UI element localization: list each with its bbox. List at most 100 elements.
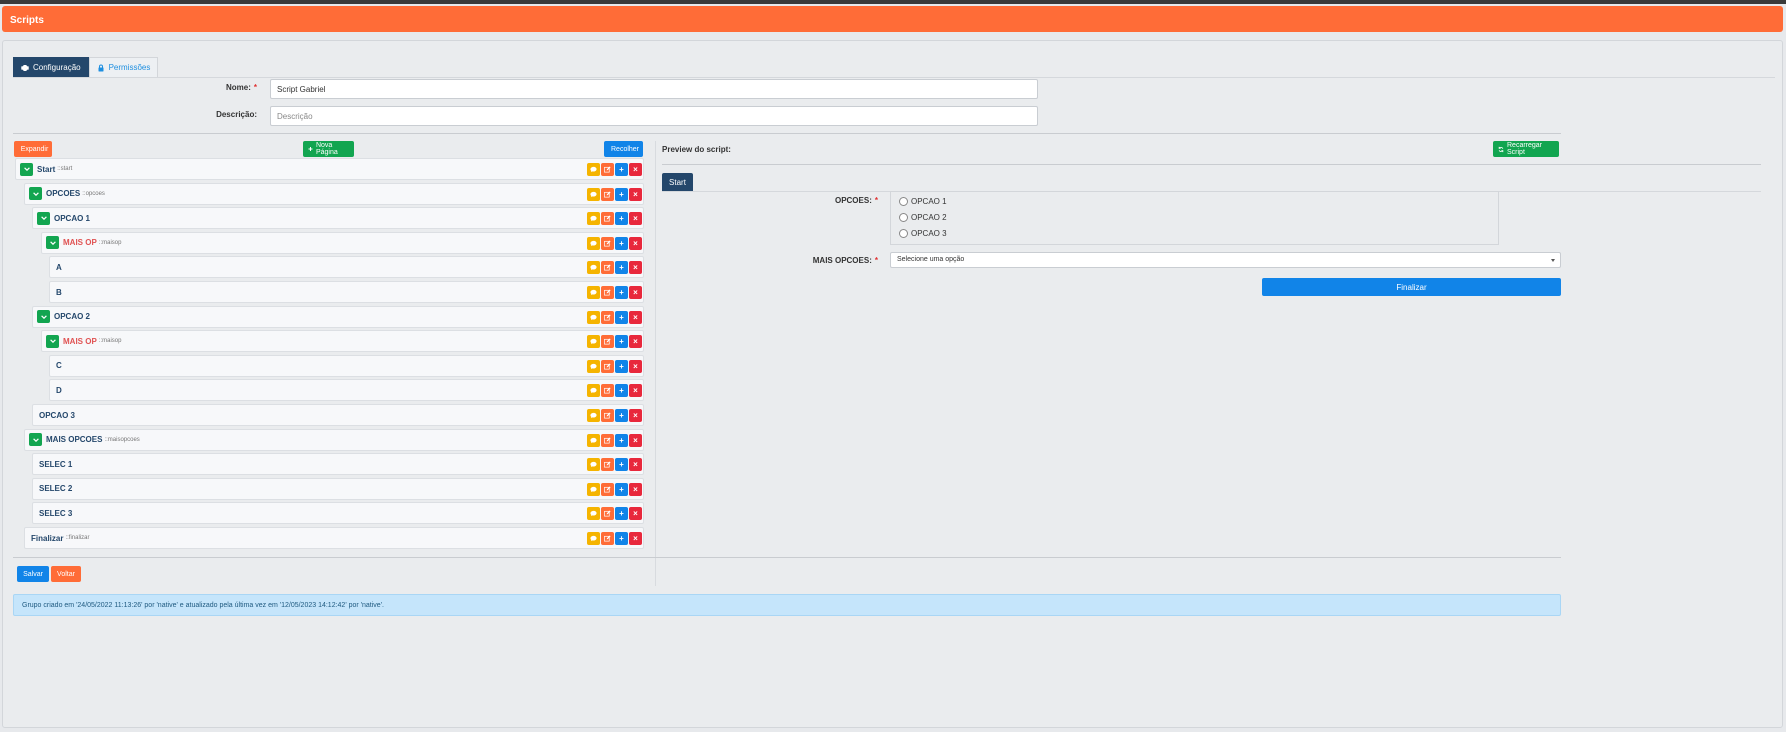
save-button[interactable]: Salvar [17,566,49,582]
edit-icon[interactable] [601,482,614,496]
plus-icon[interactable]: + [615,384,628,398]
plus-icon[interactable]: + [615,507,628,521]
comment-icon[interactable] [587,236,600,250]
close-icon[interactable]: × [629,163,642,176]
tree-node[interactable]: OPCAO 1 + × [32,207,644,230]
plus-icon[interactable]: + [615,409,628,422]
plus-icon[interactable]: + [615,286,628,299]
plus-icon[interactable]: + [615,310,628,324]
edit-icon[interactable] [601,310,614,324]
radio-opcao-2[interactable]: OPCAO 2 [899,213,947,222]
comment-icon[interactable] [587,261,600,275]
plus-icon[interactable]: + [615,212,628,226]
comment-icon[interactable] [587,286,600,299]
chevron-down-icon[interactable] [29,433,42,447]
chevron-down-icon[interactable] [29,187,42,201]
plus-icon[interactable]: + [615,458,628,472]
chevron-down-icon[interactable] [37,211,50,225]
comment-icon[interactable] [587,310,600,324]
plus-icon[interactable]: + [615,335,628,349]
edit-icon[interactable] [601,212,614,226]
comment-icon[interactable] [587,335,600,349]
plus-icon[interactable]: + [615,236,628,250]
edit-icon[interactable] [601,335,614,349]
plus-icon[interactable]: + [615,433,628,447]
chevron-down-icon[interactable] [20,162,33,176]
tree-node[interactable]: SELEC 1 + × [32,453,644,476]
description-input[interactable] [270,106,1038,126]
radio-circle[interactable] [899,197,908,206]
reload-script-button[interactable]: Recarregar Script [1493,141,1559,157]
comment-icon[interactable] [587,482,600,496]
plus-icon[interactable]: + [615,482,628,496]
comment-icon[interactable] [587,409,600,422]
close-icon[interactable]: × [629,532,642,545]
close-icon[interactable]: × [629,236,642,250]
tree-node[interactable]: B + × [49,281,644,303]
tree-node[interactable]: A + × [49,256,644,279]
close-icon[interactable]: × [629,359,642,373]
edit-icon[interactable] [601,409,614,422]
comment-icon[interactable] [587,212,600,226]
plus-icon[interactable]: + [615,187,628,201]
close-icon[interactable]: × [629,335,642,349]
edit-icon[interactable] [601,532,614,545]
plus-icon[interactable]: + [615,532,628,545]
tree-node[interactable]: OPCAO 2 + × [32,305,644,328]
mais-opcoes-select[interactable]: Selecione uma opção [890,252,1561,268]
close-icon[interactable]: × [629,384,642,398]
edit-icon[interactable] [601,236,614,250]
expand-button[interactable]: Expandir [14,141,52,157]
tree-node[interactable]: OPCAO 3 + × [32,404,644,426]
tree-node[interactable]: D + × [49,379,644,402]
close-icon[interactable]: × [629,507,642,521]
tree-node[interactable]: Finalizar::finalizar + × [24,527,644,549]
radio-circle[interactable] [899,229,908,238]
edit-icon[interactable] [601,433,614,447]
comment-icon[interactable] [587,163,600,176]
plus-icon[interactable]: + [615,359,628,373]
name-input[interactable] [270,79,1038,99]
tree-node[interactable]: SELEC 3 + × [32,502,644,525]
comment-icon[interactable] [587,384,600,398]
plus-icon[interactable]: + [615,163,628,176]
tree-node[interactable]: MAIS OP::maisop + × [41,330,644,353]
tree-node[interactable]: MAIS OPCOES::maisopcoes + × [24,428,644,451]
edit-icon[interactable] [601,163,614,176]
comment-icon[interactable] [587,359,600,373]
edit-icon[interactable] [601,187,614,201]
preview-tab-start[interactable]: Start [662,173,693,191]
plus-icon[interactable]: + [615,261,628,275]
new-page-button[interactable]: Nova Página [303,141,354,157]
back-button[interactable]: Voltar [51,566,81,582]
tree-node[interactable]: SELEC 2 + × [32,477,644,500]
edit-icon[interactable] [601,458,614,472]
tree-node[interactable]: MAIS OP::maisop + × [41,231,644,254]
close-icon[interactable]: × [629,433,642,447]
tab-permissoes[interactable]: Permissões [88,57,159,77]
close-icon[interactable]: × [629,458,642,472]
close-icon[interactable]: × [629,212,642,226]
tree-node[interactable]: C + × [49,354,644,377]
chevron-down-icon[interactable] [46,236,59,250]
close-icon[interactable]: × [629,482,642,496]
edit-icon[interactable] [601,384,614,398]
collapse-button[interactable]: Recolher [604,141,643,157]
chevron-down-icon[interactable] [37,310,50,324]
close-icon[interactable]: × [629,409,642,422]
chevron-down-icon[interactable] [46,334,59,348]
radio-circle[interactable] [899,213,908,222]
tree-node[interactable]: OPCOES::opcoes + × [24,182,644,205]
edit-icon[interactable] [601,507,614,521]
comment-icon[interactable] [587,433,600,447]
comment-icon[interactable] [587,532,600,545]
comment-icon[interactable] [587,507,600,521]
edit-icon[interactable] [601,359,614,373]
comment-icon[interactable] [587,187,600,201]
close-icon[interactable]: × [629,310,642,324]
edit-icon[interactable] [601,261,614,275]
radio-opcao-1[interactable]: OPCAO 1 [899,197,947,206]
tree-node[interactable]: Start::start + × [15,158,644,180]
finish-button[interactable]: Finalizar [1262,278,1561,296]
edit-icon[interactable] [601,286,614,299]
